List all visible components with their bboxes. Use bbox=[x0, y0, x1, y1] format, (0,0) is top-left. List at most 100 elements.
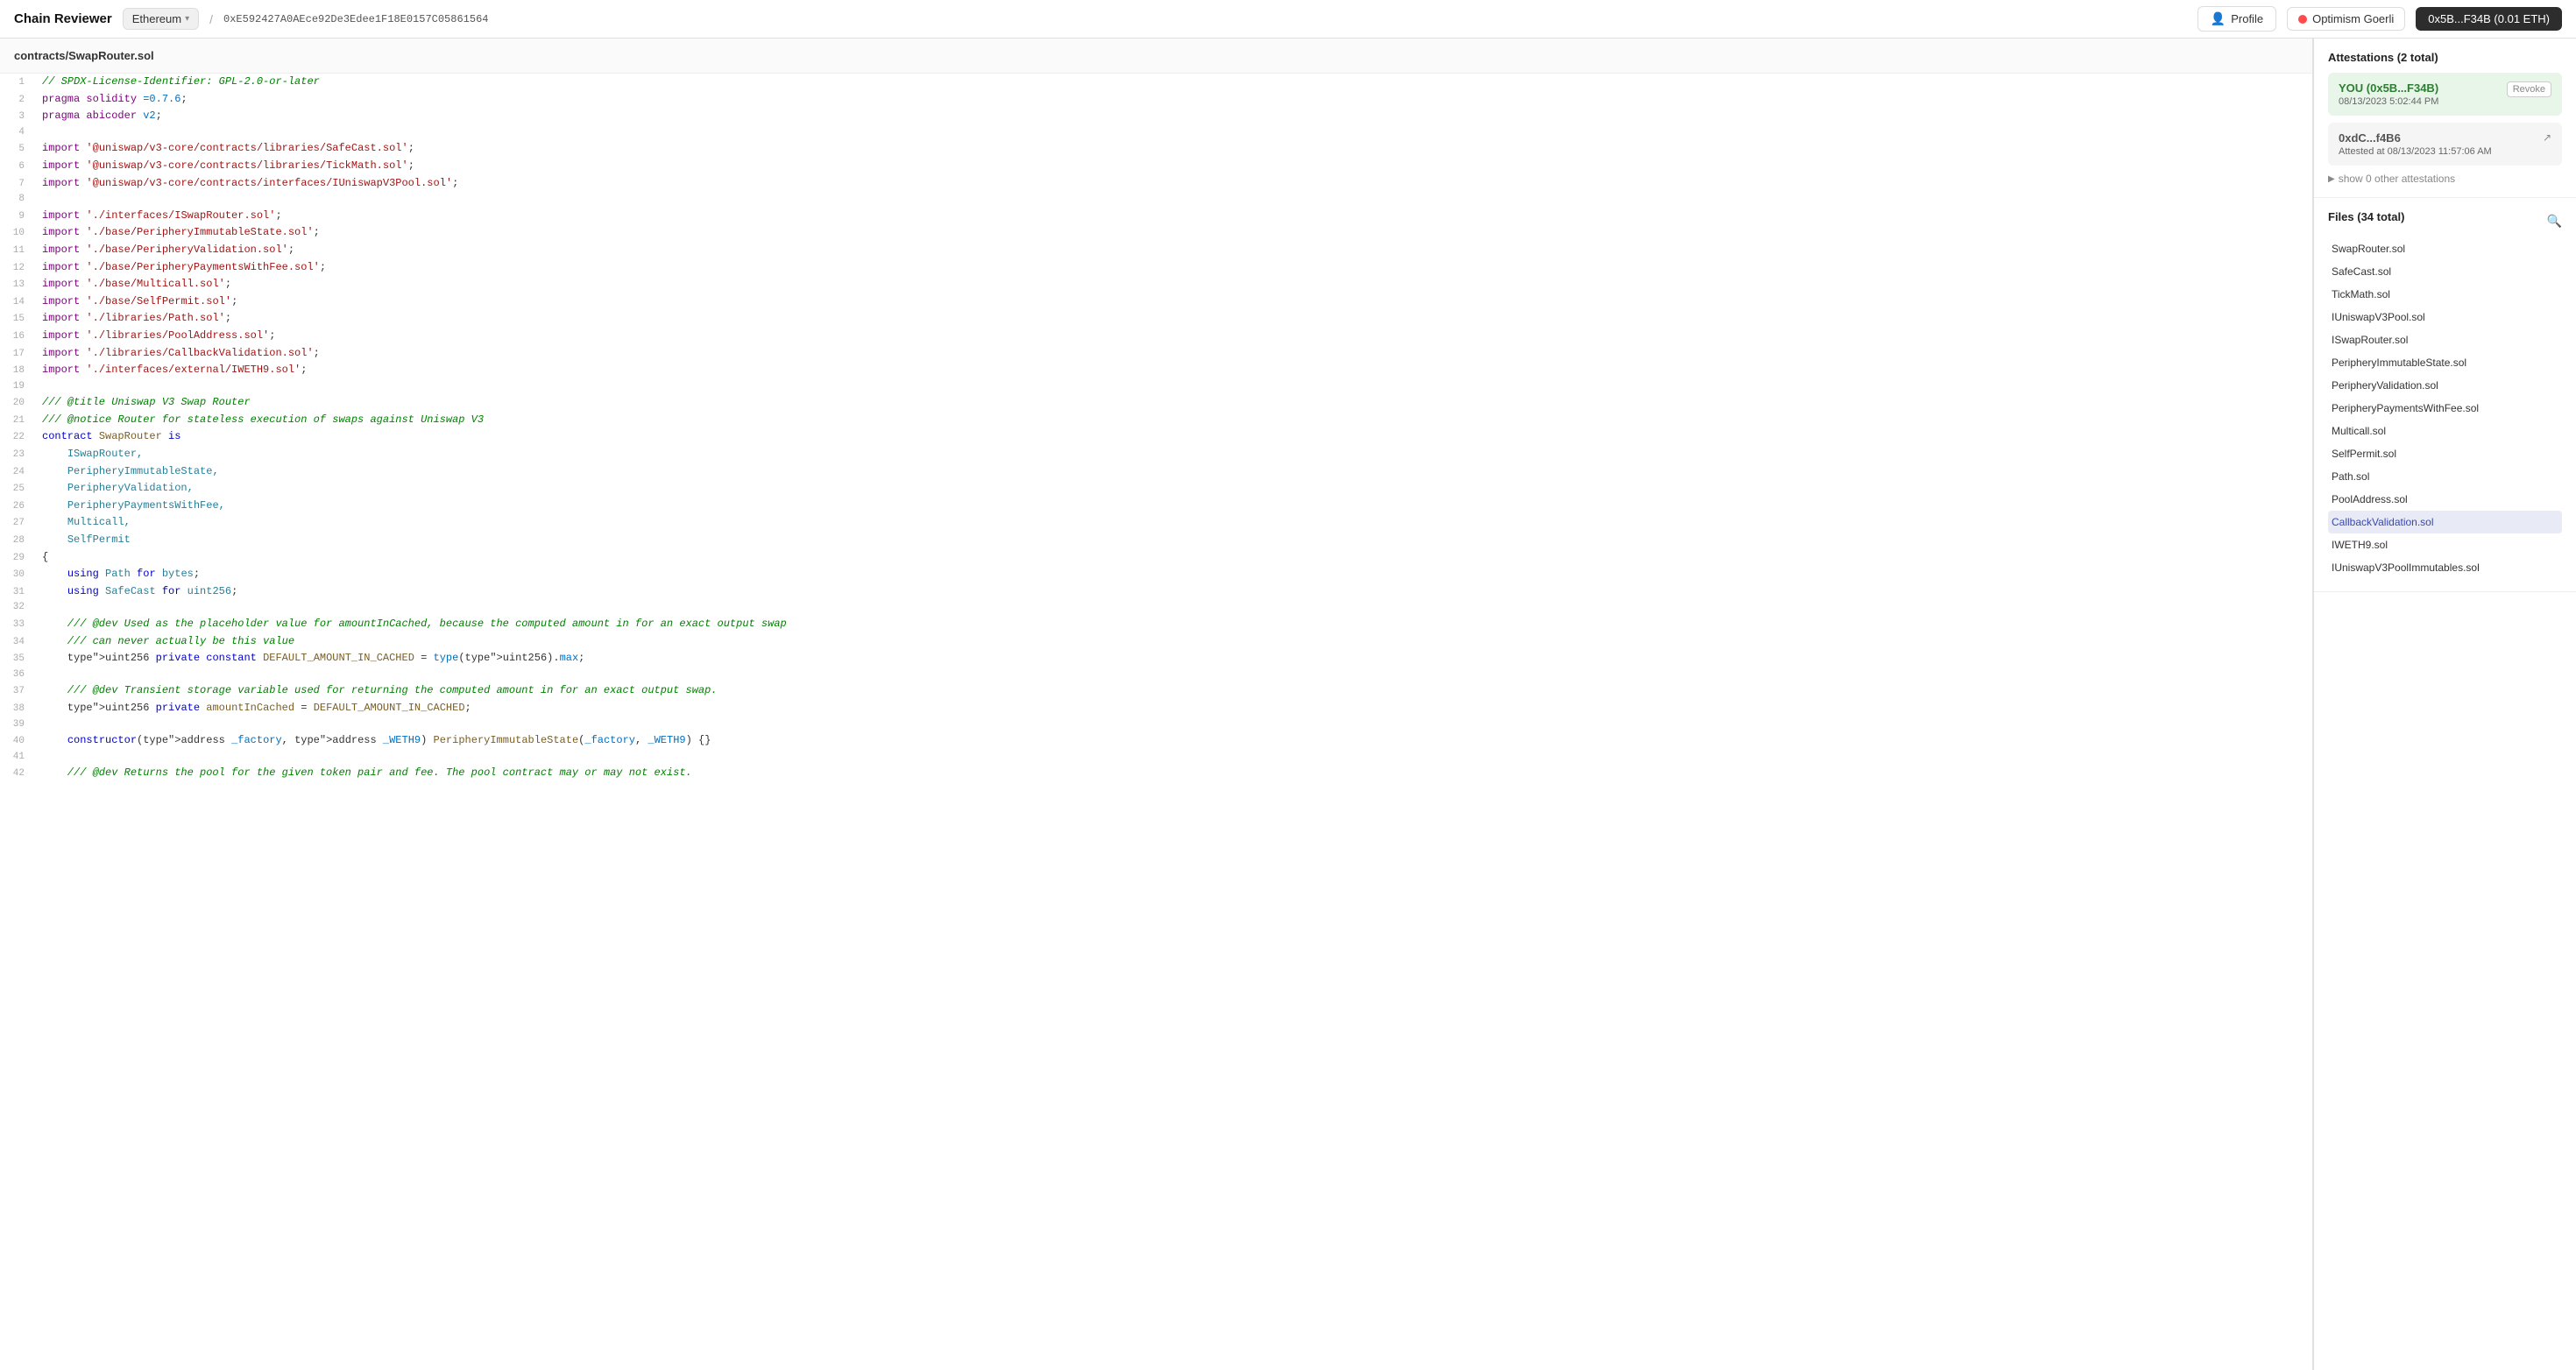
code-line: 28 SelfPermit bbox=[0, 532, 2312, 549]
line-content: import '@uniswap/v3-core/contracts/libra… bbox=[35, 158, 421, 174]
line-number: 31 bbox=[0, 585, 35, 601]
show-others-label: show 0 other attestations bbox=[2339, 173, 2455, 185]
code-line: 35 type">uint256 private constant DEFAUL… bbox=[0, 650, 2312, 667]
line-number: 38 bbox=[0, 702, 35, 717]
line-number: 19 bbox=[0, 379, 35, 395]
line-number: 26 bbox=[0, 499, 35, 515]
code-line: 10import './base/PeripheryImmutableState… bbox=[0, 224, 2312, 242]
code-line: 13import './base/Multicall.sol'; bbox=[0, 276, 2312, 293]
line-number: 36 bbox=[0, 667, 35, 683]
external-link-icon[interactable]: ↗ bbox=[2543, 131, 2551, 144]
line-content: pragma solidity =0.7.6; bbox=[35, 91, 195, 108]
code-block: 1// SPDX-License-Identifier: GPL-2.0-or-… bbox=[0, 74, 2312, 782]
code-line: 12import './base/PeripheryPaymentsWithFe… bbox=[0, 259, 2312, 277]
wallet-button[interactable]: 0x5B...F34B (0.01 ETH) bbox=[2416, 7, 2562, 31]
user-icon: 👤 bbox=[2211, 11, 2226, 26]
show-others-toggle[interactable]: ▶ show 0 other attestations bbox=[2328, 173, 2562, 185]
code-line: 11import './base/PeripheryValidation.sol… bbox=[0, 242, 2312, 259]
line-content: { bbox=[35, 549, 55, 566]
file-item[interactable]: IUniswapV3Pool.sol bbox=[2328, 306, 2562, 328]
line-content: contract SwapRouter is bbox=[35, 428, 188, 445]
file-item[interactable]: TickMath.sol bbox=[2328, 283, 2562, 306]
attestation-addr-other: 0xdC...f4B6 bbox=[2339, 131, 2551, 145]
code-line: 39 bbox=[0, 717, 2312, 733]
line-number: 22 bbox=[0, 430, 35, 446]
line-number: 23 bbox=[0, 448, 35, 463]
line-number: 4 bbox=[0, 125, 35, 141]
profile-button[interactable]: 👤 Profile bbox=[2197, 6, 2276, 32]
code-line: 26 PeripheryPaymentsWithFee, bbox=[0, 498, 2312, 515]
app-header: Chain Reviewer Ethereum ▾ / 0xE592427A0A… bbox=[0, 0, 2576, 39]
file-item[interactable]: PeripheryPaymentsWithFee.sol bbox=[2328, 397, 2562, 420]
code-line: 33 /// @dev Used as the placeholder valu… bbox=[0, 616, 2312, 633]
line-number: 42 bbox=[0, 766, 35, 782]
line-content: import './interfaces/external/IWETH9.sol… bbox=[35, 362, 314, 378]
code-line: 16import './libraries/PoolAddress.sol'; bbox=[0, 328, 2312, 345]
line-number: 1 bbox=[0, 75, 35, 91]
code-line: 32 bbox=[0, 600, 2312, 616]
attestations-title: Attestations (2 total) bbox=[2328, 51, 2562, 64]
code-line: 29{ bbox=[0, 549, 2312, 567]
file-item[interactable]: IUniswapV3PoolImmutables.sol bbox=[2328, 556, 2562, 579]
line-content: import '@uniswap/v3-core/contracts/inter… bbox=[35, 175, 465, 192]
file-item[interactable]: SelfPermit.sol bbox=[2328, 442, 2562, 465]
file-item[interactable]: IWETH9.sol bbox=[2328, 533, 2562, 556]
code-line: 2pragma solidity =0.7.6; bbox=[0, 91, 2312, 109]
code-line: 1// SPDX-License-Identifier: GPL-2.0-or-… bbox=[0, 74, 2312, 91]
right-sidebar: Attestations (2 total) YOU (0x5B...F34B)… bbox=[2313, 39, 2576, 1370]
profile-label: Profile bbox=[2231, 12, 2263, 25]
line-content: constructor(type">address _factory, type… bbox=[35, 732, 718, 749]
file-item[interactable]: CallbackValidation.sol bbox=[2328, 511, 2562, 533]
attestation-date-other: Attested at 08/13/2023 11:57:06 AM bbox=[2339, 146, 2551, 157]
line-number: 33 bbox=[0, 618, 35, 633]
file-item[interactable]: SwapRouter.sol bbox=[2328, 237, 2562, 260]
line-number: 14 bbox=[0, 295, 35, 311]
attestation-card-you: YOU (0x5B...F34B) 08/13/2023 5:02:44 PM … bbox=[2328, 73, 2562, 116]
files-header: Files (34 total) 🔍 bbox=[2328, 210, 2562, 232]
code-line: 27 Multicall, bbox=[0, 514, 2312, 532]
line-content: import './base/PeripheryPaymentsWithFee.… bbox=[35, 259, 333, 276]
line-number: 13 bbox=[0, 278, 35, 293]
code-line: 20/// @title Uniswap V3 Swap Router bbox=[0, 394, 2312, 412]
line-content: // SPDX-License-Identifier: GPL-2.0-or-l… bbox=[35, 74, 327, 90]
line-content: PeripheryValidation, bbox=[35, 480, 201, 497]
code-line: 30 using Path for bytes; bbox=[0, 566, 2312, 583]
line-content: import './base/PeripheryImmutableState.s… bbox=[35, 224, 327, 241]
file-item[interactable]: PoolAddress.sol bbox=[2328, 488, 2562, 511]
code-line: 8 bbox=[0, 192, 2312, 208]
file-header: contracts/SwapRouter.sol bbox=[0, 39, 2312, 74]
network-status-dot bbox=[2298, 15, 2307, 24]
network-badge[interactable]: Optimism Goerli bbox=[2287, 7, 2405, 31]
line-number: 20 bbox=[0, 396, 35, 412]
code-line: 3pragma abicoder v2; bbox=[0, 108, 2312, 125]
line-content: import './libraries/PoolAddress.sol'; bbox=[35, 328, 282, 344]
line-content: using Path for bytes; bbox=[35, 566, 207, 583]
line-content: import './libraries/CallbackValidation.s… bbox=[35, 345, 327, 362]
file-item[interactable]: Multicall.sol bbox=[2328, 420, 2562, 442]
network-selector[interactable]: Ethereum ▾ bbox=[123, 8, 199, 30]
file-item[interactable]: PeripheryValidation.sol bbox=[2328, 374, 2562, 397]
line-number: 5 bbox=[0, 142, 35, 158]
line-number: 27 bbox=[0, 516, 35, 532]
file-item[interactable]: SafeCast.sol bbox=[2328, 260, 2562, 283]
code-line: 17import './libraries/CallbackValidation… bbox=[0, 345, 2312, 363]
file-item[interactable]: Path.sol bbox=[2328, 465, 2562, 488]
search-icon[interactable]: 🔍 bbox=[2547, 214, 2562, 229]
code-line: 40 constructor(type">address _factory, t… bbox=[0, 732, 2312, 750]
network-badge-label: Optimism Goerli bbox=[2312, 12, 2394, 25]
file-item[interactable]: PeripheryImmutableState.sol bbox=[2328, 351, 2562, 374]
line-content: import './base/SelfPermit.sol'; bbox=[35, 293, 244, 310]
line-content: import './base/Multicall.sol'; bbox=[35, 276, 238, 293]
line-number: 2 bbox=[0, 93, 35, 109]
file-item[interactable]: ISwapRouter.sol bbox=[2328, 328, 2562, 351]
attestations-section: Attestations (2 total) YOU (0x5B...F34B)… bbox=[2314, 39, 2576, 198]
revoke-button[interactable]: Revoke bbox=[2507, 81, 2551, 97]
code-line: 4 bbox=[0, 125, 2312, 141]
wallet-label: 0x5B...F34B (0.01 ETH) bbox=[2428, 12, 2550, 25]
line-content: using SafeCast for uint256; bbox=[35, 583, 244, 600]
line-number: 12 bbox=[0, 261, 35, 277]
line-content: /// @notice Router for stateless executi… bbox=[35, 412, 491, 428]
line-number: 35 bbox=[0, 652, 35, 667]
code-line: 37 /// @dev Transient storage variable u… bbox=[0, 682, 2312, 700]
files-title: Files (34 total) bbox=[2328, 210, 2404, 223]
